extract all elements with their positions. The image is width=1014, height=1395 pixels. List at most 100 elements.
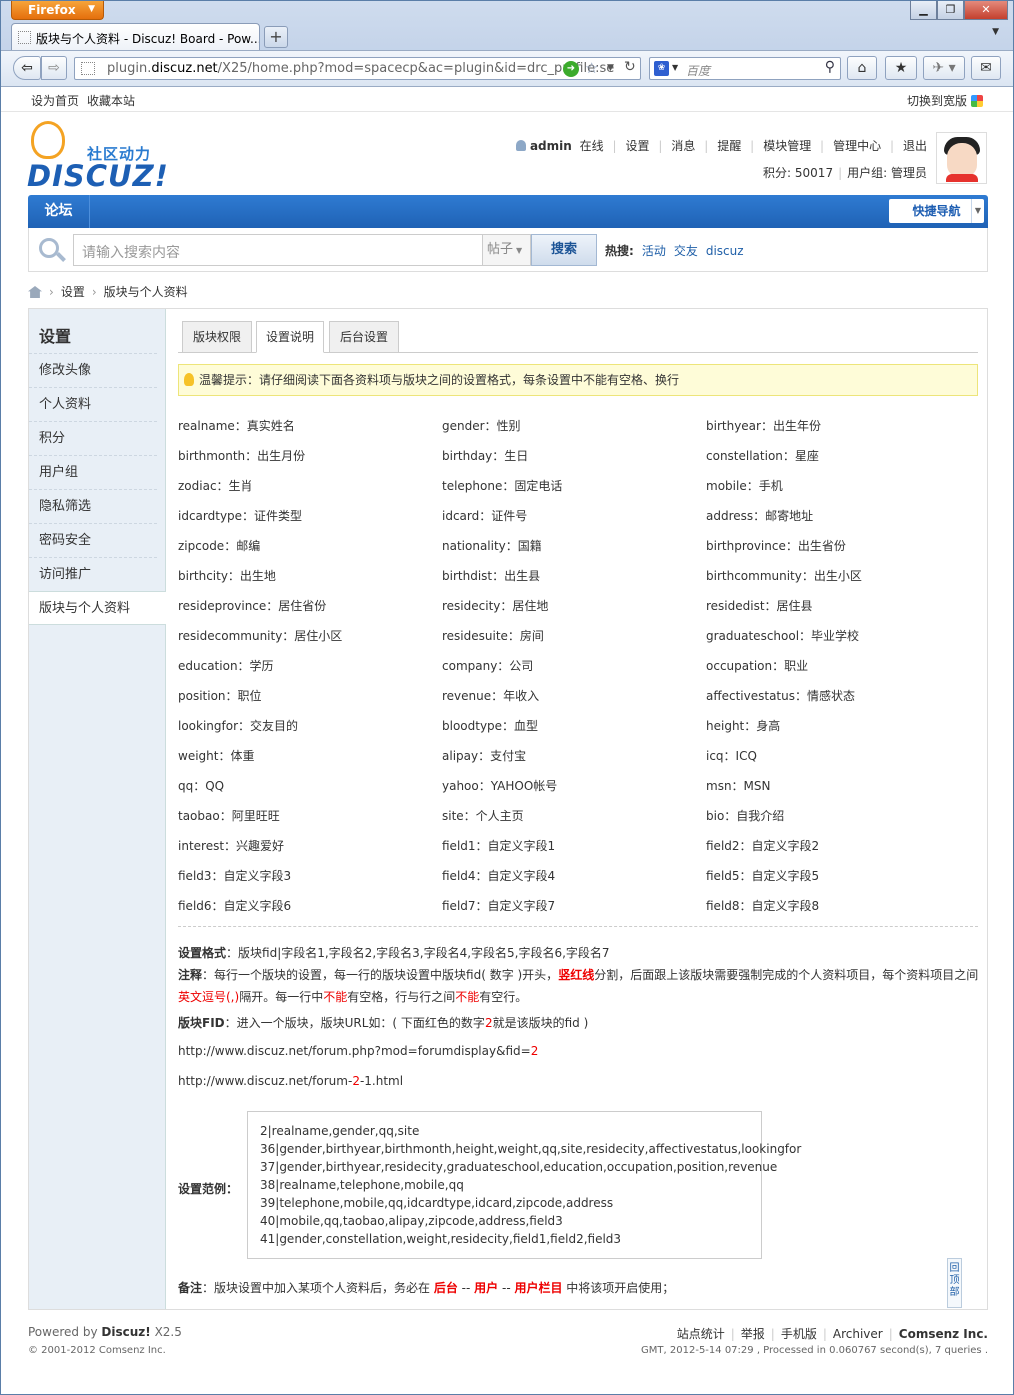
hot-search-link[interactable]: discuz xyxy=(706,244,744,258)
separator: | xyxy=(889,139,894,153)
field-item: residedist：居住县 xyxy=(706,599,813,613)
home-icon[interactable] xyxy=(28,286,42,298)
field-item: yahoo：YAHOO帐号 xyxy=(442,779,558,793)
home-button[interactable]: ⌂ xyxy=(847,56,877,80)
hot-search-link[interactable]: 交友 xyxy=(674,244,698,258)
back-button[interactable]: ⇦ xyxy=(13,56,41,80)
bookmark-star-icon[interactable]: ☆ xyxy=(585,59,598,77)
minimize-button[interactable]: ▁ xyxy=(910,1,937,20)
separator: | xyxy=(704,139,709,153)
tip-text: 温馨提示：请仔细阅读下面各资料项与版块之间的设置格式，每条设置中不能有空格、换行 xyxy=(199,373,680,387)
nav-tab-forum[interactable]: 论坛 xyxy=(28,195,90,228)
mail-button[interactable]: ✉ xyxy=(971,56,1001,80)
site-search-button[interactable]: 搜索 xyxy=(531,234,597,266)
browser-search-placeholder: 百度 xyxy=(686,64,711,78)
username-link[interactable]: admin xyxy=(530,139,572,153)
messages-link[interactable]: 消息 xyxy=(671,139,695,153)
addon-button[interactable]: ✈ ▾ xyxy=(923,56,965,80)
footer-link-report[interactable]: 举报 xyxy=(741,1327,765,1341)
search-type-select[interactable]: 帖子 ▼ xyxy=(483,234,531,266)
hot-search-link[interactable]: 活动 xyxy=(642,244,666,258)
field-item: nationality：国籍 xyxy=(442,539,542,553)
sidebar-title: 设置 xyxy=(39,327,72,346)
note-highlight: 竖红线 xyxy=(558,968,595,982)
field-row: education：学历 company：公司 occupation：职业 xyxy=(178,651,978,681)
sidebar-item-profile[interactable]: 个人资料 xyxy=(29,387,157,421)
separator: | xyxy=(838,166,843,180)
separator: | xyxy=(822,1327,827,1341)
powered-label: Powered by xyxy=(28,1325,98,1339)
browser-search-bar[interactable]: ❀ ▼ 百度 ⚲ xyxy=(649,57,841,80)
site-search-input[interactable]: 请输入搜索内容 xyxy=(73,234,483,266)
footer-link-stats[interactable]: 站点统计 xyxy=(677,1327,725,1341)
close-button[interactable]: ✕ xyxy=(964,1,1008,20)
remark-text: -- xyxy=(457,1281,475,1295)
search-engine-dropdown-icon[interactable]: ▼ xyxy=(672,63,678,72)
url-highlight: 2 xyxy=(352,1074,360,1088)
reload-icon[interactable]: ↻ xyxy=(624,59,636,75)
admin-center-link[interactable]: 管理中心 xyxy=(833,139,881,153)
maximize-button[interactable]: ❐ xyxy=(937,1,964,20)
content-tabs: 版块权限 设置说明 后台设置 xyxy=(178,321,978,353)
sidebar-item-forum-profile[interactable]: 版块与个人资料 xyxy=(29,591,166,625)
firefox-menu-button[interactable]: Firefox ▼ xyxy=(11,1,104,20)
search-icon[interactable]: ⚲ xyxy=(825,59,835,75)
navigation-toolbar: ⇦ ⇨ plugin.discuz.net/X25/home.php?mod=s… xyxy=(1,50,1013,87)
site-logo[interactable]: 社区动力 DISCUZ! xyxy=(27,121,168,193)
sidebar-item-avatar[interactable]: 修改头像 xyxy=(29,353,157,387)
field-row: resideprovince：居住省份 residecity：居住地 resided… xyxy=(178,591,978,621)
url-bar[interactable]: plugin.discuz.net/X25/home.php?mod=space… xyxy=(74,57,641,80)
module-manage-link[interactable]: 模块管理 xyxy=(763,139,811,153)
url-highlight: 2 xyxy=(530,1044,539,1058)
breadcrumb-current[interactable]: 版块与个人资料 xyxy=(104,285,188,299)
sidebar-item-credits[interactable]: 积分 xyxy=(29,421,157,455)
sidebar-item-password[interactable]: 密码安全 xyxy=(29,523,157,557)
usergroup-link[interactable]: 用户组: 管理员 xyxy=(847,166,927,180)
breadcrumb-settings[interactable]: 设置 xyxy=(61,285,85,299)
set-homepage-link[interactable]: 设为首页 xyxy=(31,94,79,108)
version: X2.5 xyxy=(154,1325,182,1339)
quick-nav-button[interactable]: 快捷导航 ▼ xyxy=(889,199,984,223)
site-identity-icon[interactable] xyxy=(81,62,95,75)
bookmark-site-link[interactable]: 收藏本站 xyxy=(87,94,135,108)
separator: | xyxy=(888,1327,893,1341)
settings-link[interactable]: 设置 xyxy=(626,139,650,153)
switch-wide-link[interactable]: 切换到宽版 xyxy=(907,92,983,109)
footer-link-archiver[interactable]: Archiver xyxy=(833,1327,883,1341)
new-tab-button[interactable]: + xyxy=(264,26,288,48)
footer-link-mobile[interactable]: 手机版 xyxy=(781,1327,817,1341)
notifications-link[interactable]: 提醒 xyxy=(717,139,741,153)
online-status[interactable]: 在线 xyxy=(580,139,604,153)
field-item: residesuite：房间 xyxy=(442,629,544,643)
field-item: graduateschool：毕业学校 xyxy=(706,629,860,643)
tab-list-icon[interactable]: ▼ xyxy=(992,27,999,37)
discuz-link[interactable]: Discuz! xyxy=(101,1325,150,1339)
field-item: idcardtype：证件类型 xyxy=(178,509,303,523)
switch-wide-label: 切换到宽版 xyxy=(906,94,967,108)
field-item: birthdist：出生县 xyxy=(442,569,541,583)
field-item: birthcity：出生地 xyxy=(178,569,276,583)
sidebar-item-privacy[interactable]: 隐私筛选 xyxy=(29,489,157,523)
footer: Powered by Discuz! X2.5 © 2001-2012 Coms… xyxy=(28,1321,988,1361)
back-to-top-button[interactable]: 回顶部 xyxy=(947,1258,962,1308)
url-dropdown-icon[interactable]: ▼ xyxy=(607,63,614,73)
tab-forum-permission[interactable]: 版块权限 xyxy=(182,321,252,353)
forward-button[interactable]: ⇨ xyxy=(41,56,67,80)
field-item: field6：自定义字段6 xyxy=(178,899,292,913)
field-item: field5：自定义字段5 xyxy=(706,869,820,883)
sidebar-item-usergroup[interactable]: 用户组 xyxy=(29,455,157,489)
browser-tab-active[interactable]: 版块与个人资料 - Discuz! Board - Pow... xyxy=(11,23,260,50)
url-text: http://www.discuz.net/forum- xyxy=(178,1074,353,1088)
url-domain: discuz.net xyxy=(151,61,218,76)
footer-link-company[interactable]: Comsenz Inc. xyxy=(899,1327,988,1341)
tab-admin-settings[interactable]: 后台设置 xyxy=(329,321,399,353)
tab-settings-help[interactable]: 设置说明 xyxy=(256,321,324,353)
baidu-paw-icon[interactable]: ❀ xyxy=(654,61,669,76)
sidebar-item-promotion[interactable]: 访问推广 xyxy=(29,557,157,591)
bookmarks-button[interactable]: ★ xyxy=(885,56,917,80)
logout-link[interactable]: 退出 xyxy=(903,139,927,153)
go-arrow-icon[interactable]: ➜ xyxy=(563,61,579,77)
field-item: field1：自定义字段1 xyxy=(442,839,556,853)
avatar[interactable] xyxy=(936,132,987,184)
points-link[interactable]: 积分: 50017 xyxy=(763,166,833,180)
